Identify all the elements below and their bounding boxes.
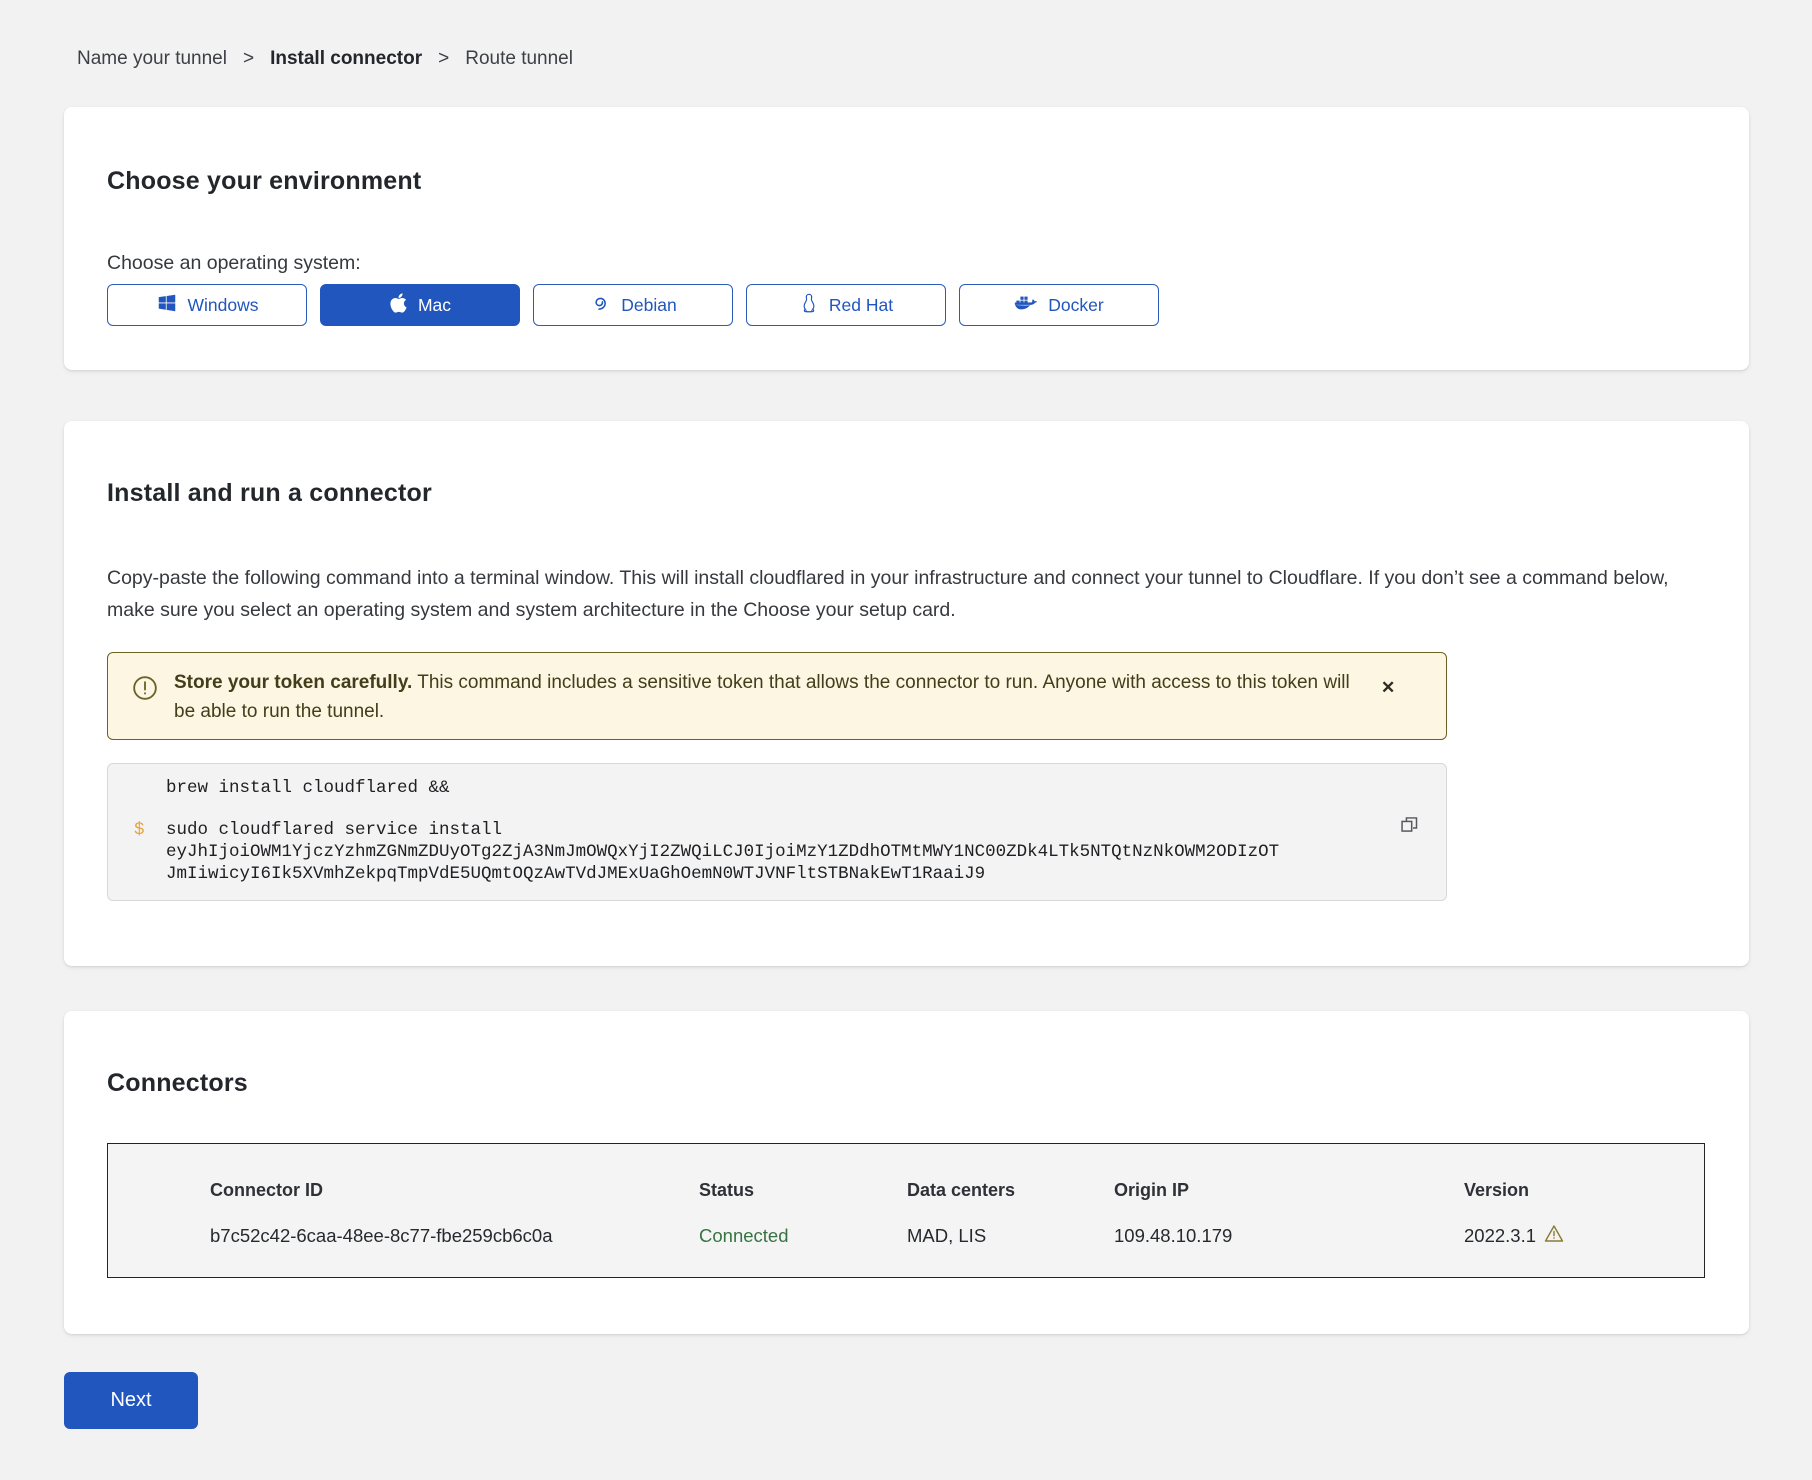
- windows-icon: [156, 292, 178, 319]
- connectors-table: Connector ID Status Data centers Origin …: [107, 1143, 1705, 1278]
- os-button-row: Windows Mac Debian: [107, 284, 1706, 326]
- col-status: Status: [699, 1180, 907, 1200]
- connectors-table-header: Connector ID Status Data centers Origin …: [210, 1180, 1674, 1200]
- col-origin-ip: Origin IP: [1114, 1180, 1464, 1200]
- install-command-code-block: brew install cloudflared && $ sudo cloud…: [107, 763, 1447, 901]
- os-button-docker[interactable]: Docker: [959, 284, 1159, 326]
- copy-command-button[interactable]: [1397, 812, 1422, 840]
- breadcrumb-separator: >: [438, 48, 449, 70]
- connector-id-value: b7c52c42-6caa-48ee-8c77-fbe259cb6c0a: [210, 1225, 699, 1247]
- environment-card-title: Choose your environment: [107, 167, 1706, 196]
- version-value: 2022.3.1: [1464, 1224, 1674, 1248]
- connectors-card-title: Connectors: [107, 1069, 1706, 1098]
- os-button-redhat[interactable]: Red Hat: [746, 284, 946, 326]
- os-button-label: Windows: [188, 295, 259, 316]
- os-button-windows[interactable]: Windows: [107, 284, 307, 326]
- next-button[interactable]: Next: [64, 1372, 198, 1429]
- status-badge: Connected: [699, 1225, 907, 1247]
- apple-icon: [389, 292, 408, 319]
- os-select-label: Choose an operating system:: [107, 252, 1706, 275]
- install-description: Copy-paste the following command into a …: [107, 562, 1706, 626]
- choose-environment-card: Choose your environment Choose an operat…: [64, 107, 1749, 370]
- dollar-prompt: $: [134, 819, 166, 885]
- breadcrumb: Name your tunnel > Install connector > R…: [0, 0, 1812, 70]
- install-card-title: Install and run a connector: [107, 479, 1706, 508]
- table-row: b7c52c42-6caa-48ee-8c77-fbe259cb6c0a Con…: [210, 1224, 1674, 1248]
- breadcrumb-install-connector[interactable]: Install connector: [270, 48, 422, 70]
- data-centers-value: MAD, LIS: [907, 1225, 1114, 1247]
- warning-title: Store your token carefully.: [174, 672, 412, 693]
- warning-text: Store your token carefully. This command…: [174, 668, 1369, 726]
- col-version: Version: [1464, 1180, 1674, 1200]
- breadcrumb-name-your-tunnel[interactable]: Name your tunnel: [77, 48, 227, 70]
- os-button-debian[interactable]: Debian: [533, 284, 733, 326]
- warning-triangle-icon[interactable]: [1544, 1224, 1564, 1248]
- connectors-card: Connectors Connector ID Status Data cent…: [64, 1011, 1749, 1334]
- os-button-label: Mac: [418, 295, 451, 316]
- code-line-command: sudo cloudflared service install: [166, 819, 1420, 841]
- os-button-label: Docker: [1048, 295, 1103, 316]
- code-line-brew: brew install cloudflared &&: [166, 777, 1420, 799]
- linux-penguin-icon: [799, 291, 819, 320]
- breadcrumb-route-tunnel[interactable]: Route tunnel: [465, 48, 573, 70]
- col-connector-id: Connector ID: [210, 1180, 699, 1200]
- code-command-wrap: sudo cloudflared service install eyJhIjo…: [166, 819, 1420, 885]
- os-button-label: Red Hat: [829, 295, 893, 316]
- origin-ip-value: 109.48.10.179: [1114, 1225, 1464, 1247]
- os-button-label: Debian: [621, 295, 676, 316]
- alert-circle-icon: [132, 675, 158, 710]
- token-warning-banner: Store your token carefully. This command…: [107, 652, 1447, 740]
- copy-icon: [1399, 823, 1420, 838]
- docker-whale-icon: [1014, 293, 1038, 318]
- version-number: 2022.3.1: [1464, 1225, 1536, 1247]
- close-icon[interactable]: ✕: [1381, 678, 1395, 698]
- col-data-centers: Data centers: [907, 1180, 1114, 1200]
- code-token: eyJhIjoiOWM1YjczYzhmZGNmZDUyOTg2ZjA3NmJm…: [166, 841, 1281, 885]
- debian-swirl-icon: [589, 292, 611, 319]
- prompt-gutter: [134, 777, 166, 799]
- breadcrumb-separator: >: [243, 48, 254, 70]
- install-connector-card: Install and run a connector Copy-paste t…: [64, 421, 1749, 966]
- os-button-mac[interactable]: Mac: [320, 284, 520, 326]
